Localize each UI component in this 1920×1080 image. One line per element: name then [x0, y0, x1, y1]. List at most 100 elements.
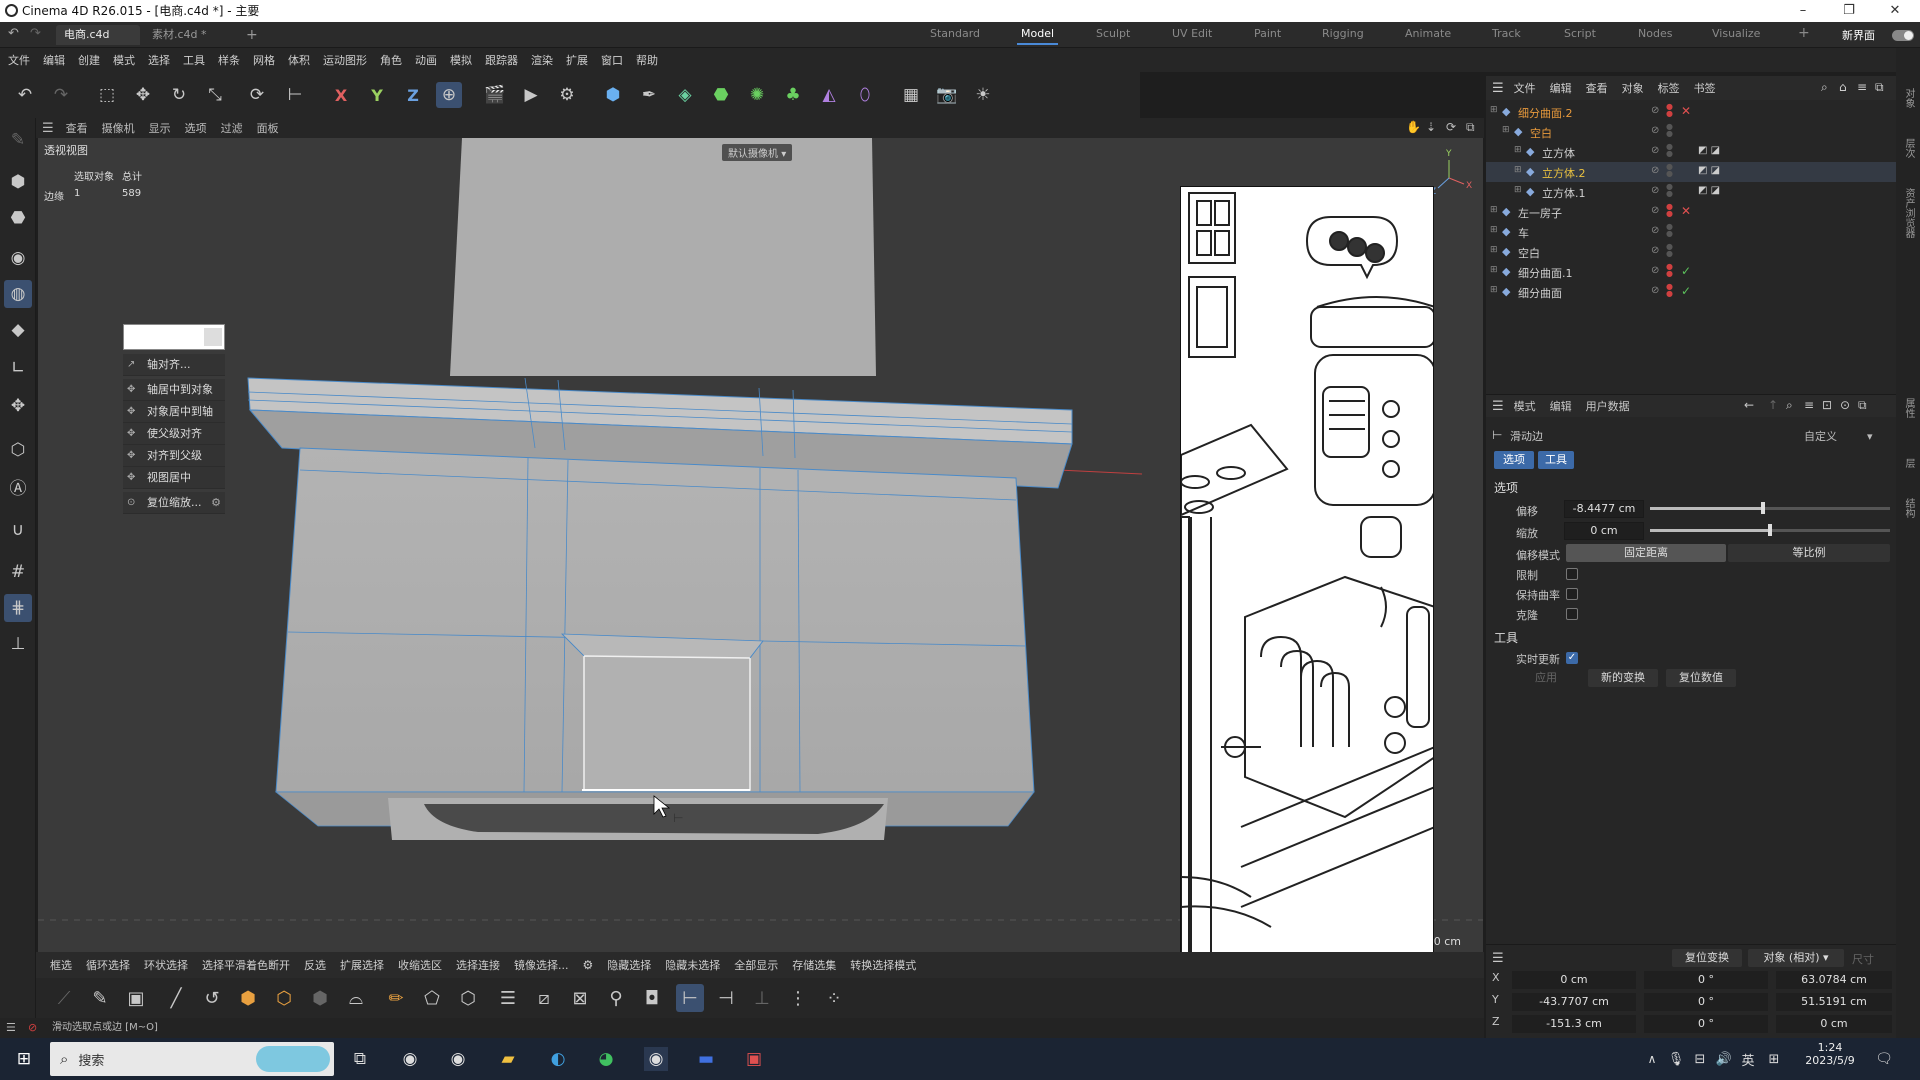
layer-visibility-icon[interactable]: ⊘	[1651, 125, 1659, 136]
object-name[interactable]: 细分曲面.2	[1518, 105, 1573, 121]
tab-options[interactable]: 选项	[1494, 451, 1534, 469]
edges-mode-icon[interactable]: ◍	[4, 280, 32, 308]
selection-tool-icon[interactable]: ⬚	[94, 82, 120, 108]
bevel-icon[interactable]: ⬡	[454, 984, 482, 1012]
enable-state-icon[interactable]: ✕	[1681, 204, 1691, 218]
brush-tool-icon[interactable]: ✏	[382, 984, 410, 1012]
field-icon[interactable]: ⬯	[852, 82, 878, 108]
sel-store[interactable]: 存储选集	[792, 957, 836, 973]
sel-invert[interactable]: 反选	[304, 957, 326, 973]
coord-size-field[interactable]: 51.5191 cm	[1776, 993, 1892, 1011]
object-row[interactable]: ⊞ ◆ 细分曲面 ⊘ ● ● ✓	[1486, 282, 1896, 302]
menu-volume[interactable]: 体积	[288, 52, 310, 68]
sel-unhide-all[interactable]: 全部显示	[734, 957, 778, 973]
world-coordinates-icon[interactable]: ⊕	[436, 82, 462, 108]
document-tab[interactable]: 素材.c4d *	[144, 25, 226, 45]
bridge-icon[interactable]: ⌓	[342, 984, 370, 1012]
layout-standard[interactable]: Standard	[930, 27, 980, 40]
perspective-viewport[interactable]: ⊢ Y X Z 透视视图 选取对象总计 边缘1589 默认摄像机 ▾ 网格间距 …	[38, 138, 1483, 952]
grid-snap-icon[interactable]: ⋕	[4, 594, 32, 622]
brush-icon[interactable]: ✎	[4, 126, 32, 154]
knife-icon[interactable]: ⟋	[50, 984, 78, 1012]
object-row[interactable]: ⊞ ◆ 空白 ⊘ ● ●	[1486, 242, 1896, 262]
sel-rect[interactable]: 框选	[50, 957, 72, 973]
file-explorer-icon[interactable]: ▰	[496, 1047, 520, 1071]
new-interface-toggle[interactable]	[1892, 30, 1914, 41]
visibility-dots-icon[interactable]: ● ●	[1666, 183, 1673, 198]
coord-size-field[interactable]: 63.0784 cm	[1776, 971, 1892, 989]
object-row[interactable]: ⊞ ◆ 立方体.2 ⊘ ● ● ◩ ◪	[1486, 162, 1896, 182]
coord-rotation-field[interactable]: 0 °	[1644, 1015, 1768, 1033]
menu-spline[interactable]: 样条	[218, 52, 240, 68]
attribute-hamburger-icon[interactable]: ☰	[1492, 399, 1504, 414]
layout-uv-edit[interactable]: UV Edit	[1172, 27, 1212, 40]
sel-connected[interactable]: 选择连接	[456, 957, 500, 973]
strip-tab-structure[interactable]: 结构	[1901, 498, 1916, 518]
render-view-icon[interactable]: 🎬	[482, 82, 508, 108]
am-up-icon[interactable]: ↑	[1768, 398, 1778, 412]
viewport-menu-camera[interactable]: 摄像机	[102, 120, 135, 136]
offset-mode-fixed[interactable]: 固定距离	[1566, 544, 1726, 562]
coord-rotation-field[interactable]: 0 °	[1644, 993, 1768, 1011]
polygons-mode-icon[interactable]: ◆	[4, 316, 32, 344]
undo-history-icon[interactable]: ↶	[8, 26, 19, 41]
coordinate-system-icon[interactable]: ⊢	[282, 82, 308, 108]
keep-curvature-checkbox[interactable]	[1566, 588, 1578, 600]
strip-tab-objects[interactable]: 对象	[1901, 88, 1916, 108]
transform-tool-icon[interactable]: ⟳	[244, 82, 270, 108]
cinema4d-2-taskbar-icon[interactable]: ◉	[446, 1047, 470, 1071]
sel-ring[interactable]: 环状选择	[144, 957, 188, 973]
x-axis-lock[interactable]: X	[328, 82, 354, 108]
object-manager-hamburger-icon[interactable]: ☰	[1492, 81, 1504, 96]
menu-mode[interactable]: 模式	[113, 52, 135, 68]
visibility-dots-icon[interactable]: ● ●	[1666, 123, 1673, 138]
sel-convert-mode[interactable]: 转换选择模式	[850, 957, 916, 973]
menu-simulate[interactable]: 模拟	[450, 52, 472, 68]
volume-icon[interactable]: 🔊	[1712, 1047, 1736, 1071]
sel-grow[interactable]: 扩展选择	[340, 957, 384, 973]
object-name[interactable]: 空白	[1518, 245, 1540, 261]
object-row[interactable]: ⊞ ◆ 立方体.1 ⊘ ● ● ◩ ◪	[1486, 182, 1896, 202]
visibility-dots-icon[interactable]: ● ●	[1666, 143, 1673, 158]
layer-visibility-icon[interactable]: ⊘	[1651, 105, 1659, 116]
taskbar-search-box[interactable]: ⌕ 搜索	[50, 1042, 334, 1076]
enable-state-icon[interactable]: ✓	[1681, 284, 1691, 298]
object-name[interactable]: 左一房子	[1518, 205, 1562, 221]
edge-browser-icon[interactable]: ◐	[546, 1047, 570, 1071]
y-axis-lock[interactable]: Y	[364, 82, 390, 108]
expand-toggle-icon[interactable]: ⊞	[1502, 125, 1510, 135]
menu-extensions[interactable]: 扩展	[566, 52, 588, 68]
popup-item-align-to-parent[interactable]: ✥ 对齐到父级	[123, 445, 225, 467]
spline-pen-icon[interactable]: ✒	[636, 82, 662, 108]
task-view-icon[interactable]: ⧉	[348, 1047, 372, 1071]
move-tool-icon[interactable]: ✥	[130, 82, 156, 108]
layout-nodes[interactable]: Nodes	[1638, 27, 1672, 40]
offset-mode-proportional[interactable]: 等比例	[1728, 544, 1890, 562]
model-mode-icon[interactable]: ⬢	[4, 168, 32, 196]
offset-input[interactable]: -8.4477 cm	[1564, 500, 1644, 518]
layout-animate[interactable]: Animate	[1405, 27, 1451, 40]
menu-animation[interactable]: 动画	[415, 52, 437, 68]
popup-item-view-center[interactable]: ✥ 视图居中	[123, 467, 225, 489]
render-picture-viewer-icon[interactable]: ▶	[518, 82, 544, 108]
expand-toggle-icon[interactable]: ⊞	[1490, 225, 1498, 235]
apply-button[interactable]: 应用	[1516, 669, 1576, 687]
reset-transform-button[interactable]: 复位变换	[1672, 949, 1742, 967]
object-name[interactable]: 立方体.2	[1542, 165, 1586, 181]
object-name[interactable]: 车	[1518, 225, 1529, 241]
menu-render[interactable]: 渲染	[531, 52, 553, 68]
dissolve-icon[interactable]: ⊠	[566, 984, 594, 1012]
strip-tab-layers[interactable]: 层	[1901, 458, 1916, 468]
expand-toggle-icon[interactable]: ⊞	[1514, 165, 1522, 175]
layer-visibility-icon[interactable]: ⊘	[1651, 205, 1659, 216]
menu-edit[interactable]: 编辑	[43, 52, 65, 68]
visibility-dots-icon[interactable]: ● ●	[1666, 283, 1673, 298]
am-menu-edit[interactable]: 编辑	[1550, 398, 1572, 414]
camera-label[interactable]: 默认摄像机 ▾	[722, 144, 793, 161]
object-name[interactable]: 立方体	[1542, 145, 1575, 161]
menu-file[interactable]: 文件	[8, 52, 30, 68]
popup-item-object-center-to-axis[interactable]: ✥ 对象居中到轴	[123, 401, 225, 423]
expand-toggle-icon[interactable]: ⊞	[1490, 105, 1498, 115]
slide-tool-icon[interactable]: ⊢	[676, 984, 704, 1012]
popup-search-field[interactable]	[123, 324, 225, 350]
